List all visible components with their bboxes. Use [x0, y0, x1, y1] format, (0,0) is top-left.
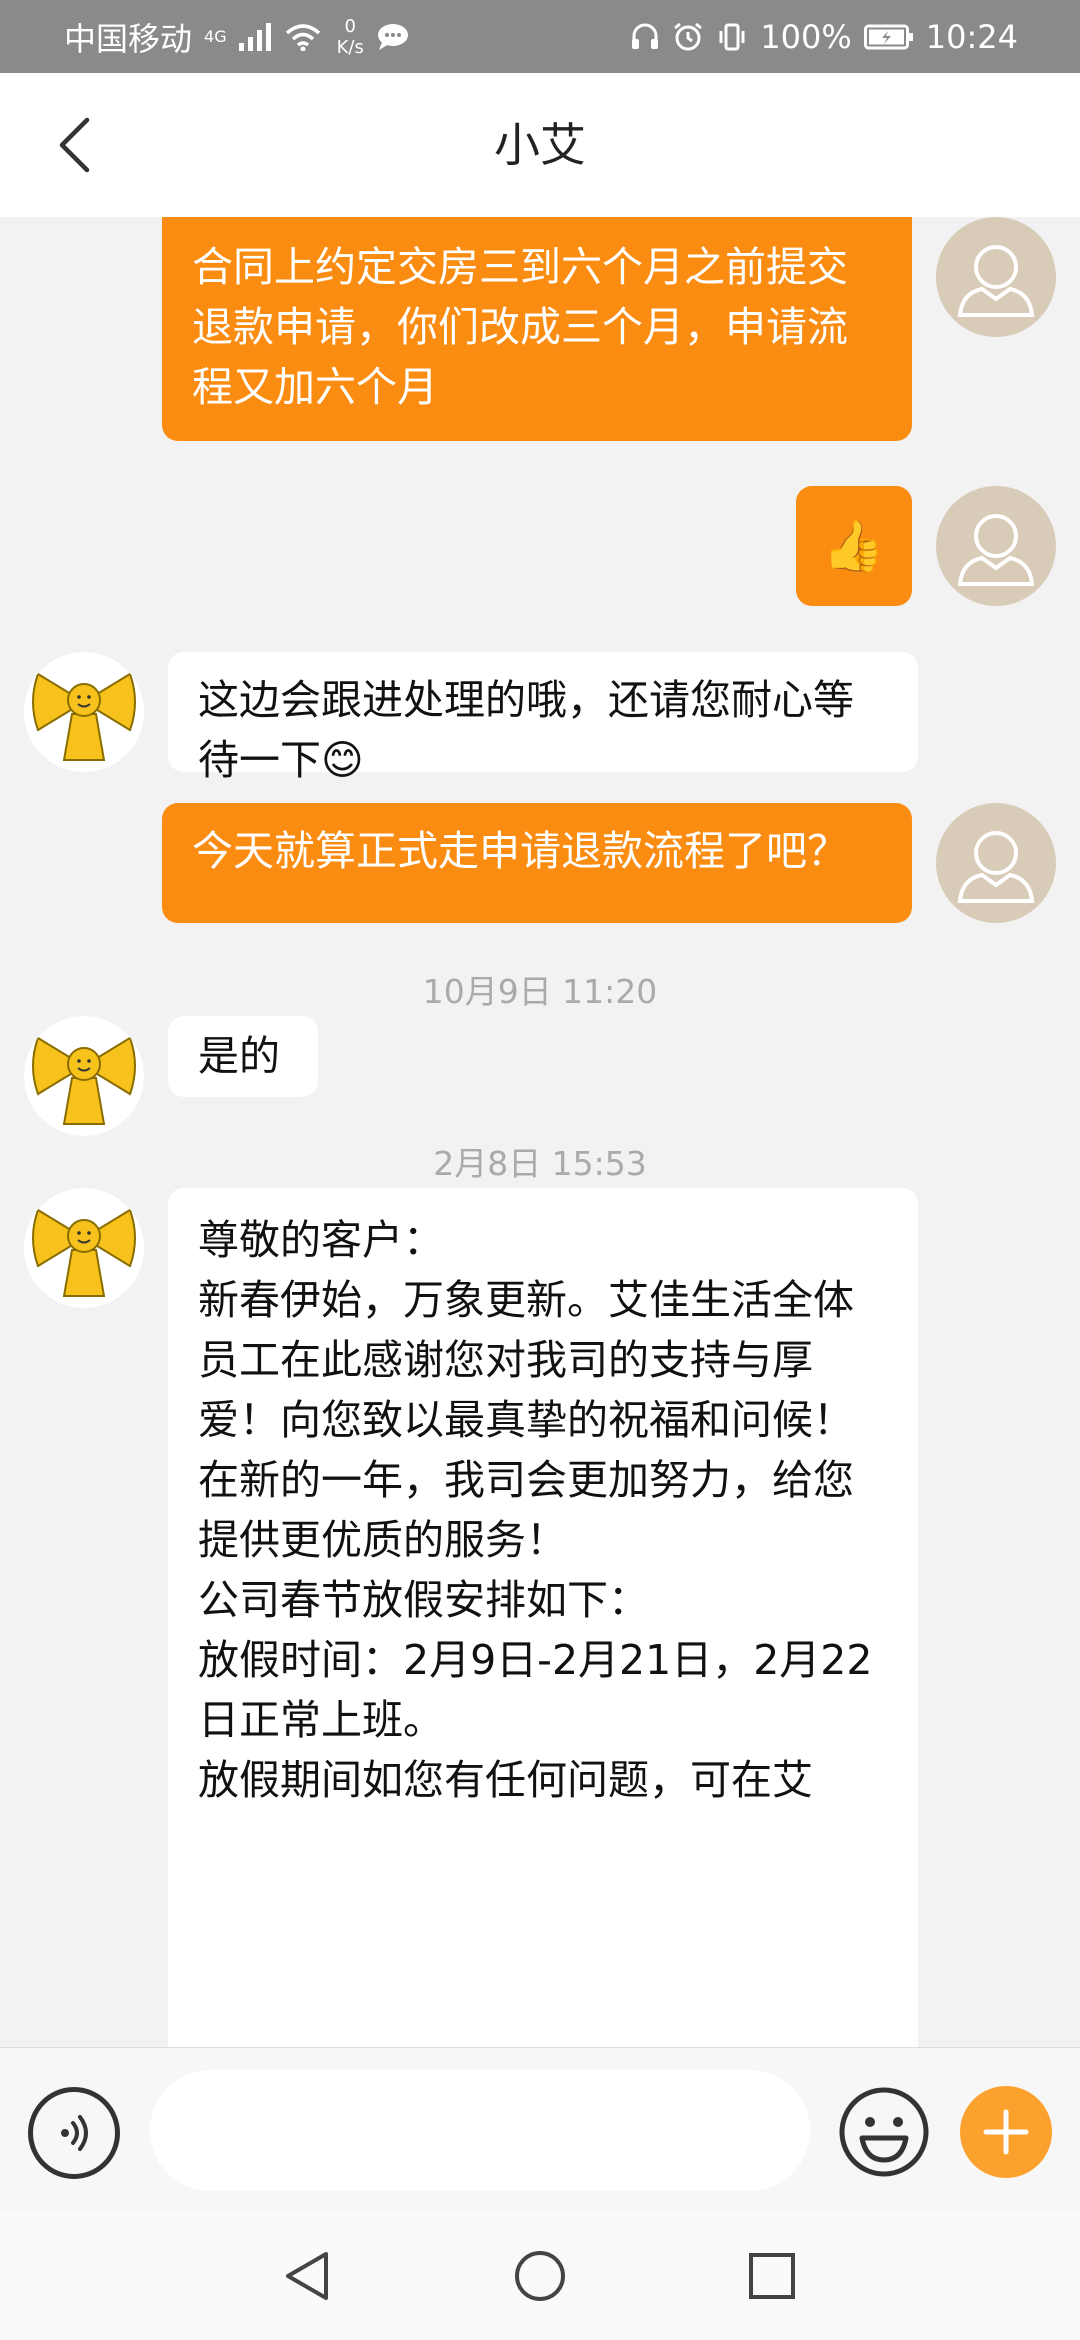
more-actions-button[interactable]	[960, 2086, 1052, 2178]
voice-input-button[interactable]	[28, 2087, 120, 2179]
plus-icon	[983, 2109, 1029, 2155]
clock: 10:24	[925, 17, 1018, 56]
person-silhouette-icon	[957, 514, 1035, 586]
vibrate-icon	[719, 23, 745, 50]
thumbs-up-icon: 👍	[822, 517, 886, 575]
bot-avatar[interactable]	[24, 1016, 144, 1136]
battery-percent: 100%	[760, 17, 852, 56]
back-button[interactable]	[42, 113, 106, 177]
message-line: 放假时间：2月9日-2月21日，2月22日正常上班。	[198, 1636, 873, 1744]
message-input[interactable]	[150, 2070, 810, 2191]
wifi-icon	[285, 23, 320, 51]
message-line: 公司春节放假安排如下：	[198, 1576, 649, 1624]
chat-header: 小艾	[0, 73, 1080, 217]
battery-icon	[863, 24, 913, 49]
circle-home-icon[interactable]	[510, 2246, 570, 2306]
carrier-label: 中国移动	[64, 19, 193, 58]
message-text: 这边会跟进处理的哦，还请您耐心等待一下	[198, 676, 854, 784]
bot-avatar[interactable]	[24, 652, 144, 772]
voice-icon	[61, 2115, 88, 2151]
message-input-bar	[0, 2047, 1080, 2212]
status-bar-right: 100% 10:24	[630, 0, 1018, 73]
alarm-icon	[674, 22, 703, 50]
network-speed-unit: K/s	[336, 36, 364, 58]
user-avatar[interactable]	[936, 803, 1056, 923]
user-avatar[interactable]	[936, 486, 1056, 606]
outgoing-emoji-bubble[interactable]: 👍	[796, 486, 912, 606]
message-line: 新春伊始，万象更新。艾佳生活全体员工在此感谢您对我司的支持与厚爱！向您致以最真挚…	[198, 1276, 854, 1564]
incoming-message-bubble[interactable]: 是的	[168, 1016, 318, 1097]
status-bar: 中国移动 4G 0 K/s 100% 10:24	[0, 0, 1080, 73]
person-silhouette-icon	[957, 245, 1035, 317]
message-notification-icon	[377, 23, 408, 50]
outgoing-message-bubble[interactable]: 合同上约定交房三到六个月之前提交退款申请，你们改成三个月，申请流程又加六个月	[162, 217, 912, 441]
outgoing-message-bubble[interactable]: 今天就算正式走申请退款流程了吧？	[162, 803, 912, 923]
user-avatar[interactable]	[936, 217, 1056, 337]
message-timestamp: 2月8日 15:53	[433, 1144, 647, 1183]
emoji-button[interactable]	[836, 2084, 932, 2180]
smiley-icon	[839, 2087, 929, 2177]
system-navigation-bar	[0, 2212, 1080, 2340]
network-speed-value: 0	[344, 15, 356, 37]
incoming-message-bubble[interactable]: 尊敬的客户： 新春伊始，万象更新。艾佳生活全体员工在此感谢您对我司的支持与厚爱！…	[168, 1188, 918, 2047]
network-speed: 0 K/s	[337, 16, 364, 58]
bow-mascot-icon	[32, 1208, 136, 1297]
person-silhouette-icon	[957, 831, 1035, 903]
message-line: 尊敬的客户：	[198, 1216, 444, 1264]
network-type: 4G	[204, 26, 227, 46]
chat-message-list[interactable]: 合同上约定交房三到六个月之前提交退款申请，你们改成三个月，申请流程又加六个月 👍…	[0, 217, 1080, 2047]
triangle-back-icon[interactable]	[278, 2246, 338, 2306]
message-timestamp: 10月9日 11:20	[422, 972, 658, 1011]
bow-mascot-icon	[32, 1036, 136, 1125]
chat-title: 小艾	[494, 118, 586, 172]
signal-icon	[238, 22, 271, 51]
square-recents-icon[interactable]	[742, 2246, 802, 2306]
message-text: 是的	[198, 1032, 280, 1080]
incoming-message-bubble[interactable]: 这边会跟进处理的哦，还请您耐心等待一下😊	[168, 652, 918, 784]
message-text: 合同上约定交房三到六个月之前提交退款申请，你们改成三个月，申请流程又加六个月	[192, 243, 848, 411]
status-bar-left: 中国移动 4G 0 K/s	[64, 0, 410, 73]
message-line: 放假期间如您有任何问题，可在艾	[198, 1756, 813, 1804]
chevron-left-icon	[59, 117, 90, 173]
bow-mascot-icon	[32, 672, 136, 761]
headset-icon	[632, 23, 659, 49]
message-text: 今天就算正式走申请退款流程了吧？	[192, 827, 848, 875]
bot-avatar[interactable]	[24, 1188, 144, 1308]
smiling-face-icon: 😊	[321, 736, 364, 784]
